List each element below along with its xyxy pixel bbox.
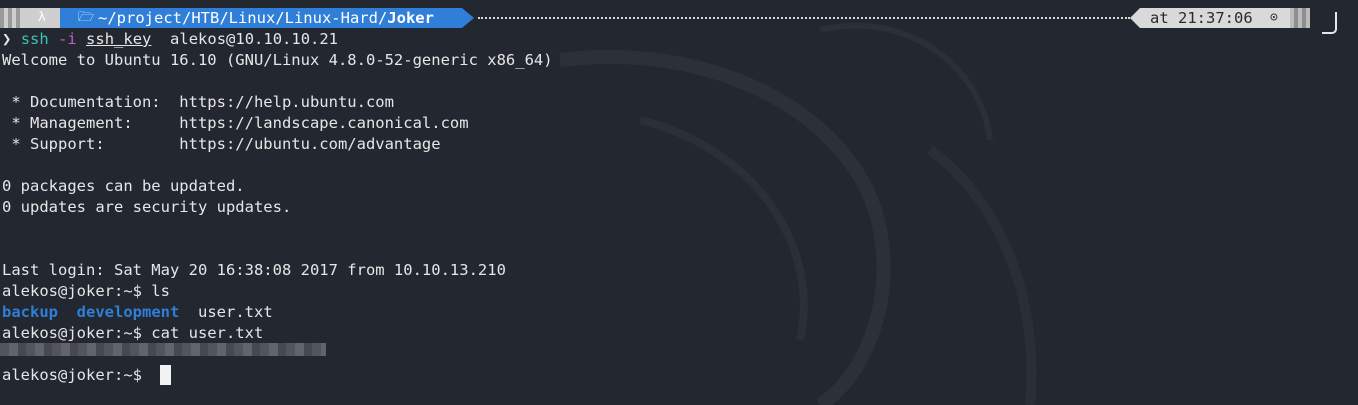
cat-prompt-line: alekos@joker:~$ cat user.txt	[2, 324, 264, 342]
doc-line: * Documentation: https://help.ubuntu.com	[2, 93, 394, 111]
ls-prompt-line: alekos@joker:~$ ls	[2, 282, 170, 300]
terminal-cursor	[160, 365, 171, 385]
redacted-flag-output	[0, 343, 326, 356]
last-login-line: Last login: Sat May 20 16:38:08 2017 fro…	[2, 261, 506, 279]
welcome-line: Welcome to Ubuntu 16.10 (GNU/Linux 4.8.0…	[2, 51, 553, 69]
security-line: 0 updates are security updates.	[2, 198, 292, 216]
ssh-command-line: ❯ ssh -i ssh_key alekos@10.10.10.21	[2, 30, 339, 48]
packages-line: 0 packages can be updated.	[2, 177, 245, 195]
dir-development: development	[76, 303, 180, 321]
ls-output-line: backup development user.txt	[2, 302, 273, 323]
management-line: * Management: https://landscape.canonica…	[2, 114, 469, 132]
file-user-txt: user.txt	[198, 303, 273, 321]
support-line: * Support: https://ubuntu.com/advantage	[2, 135, 441, 153]
final-prompt-line: alekos@joker:~$	[2, 366, 152, 384]
dir-backup: backup	[2, 303, 58, 321]
